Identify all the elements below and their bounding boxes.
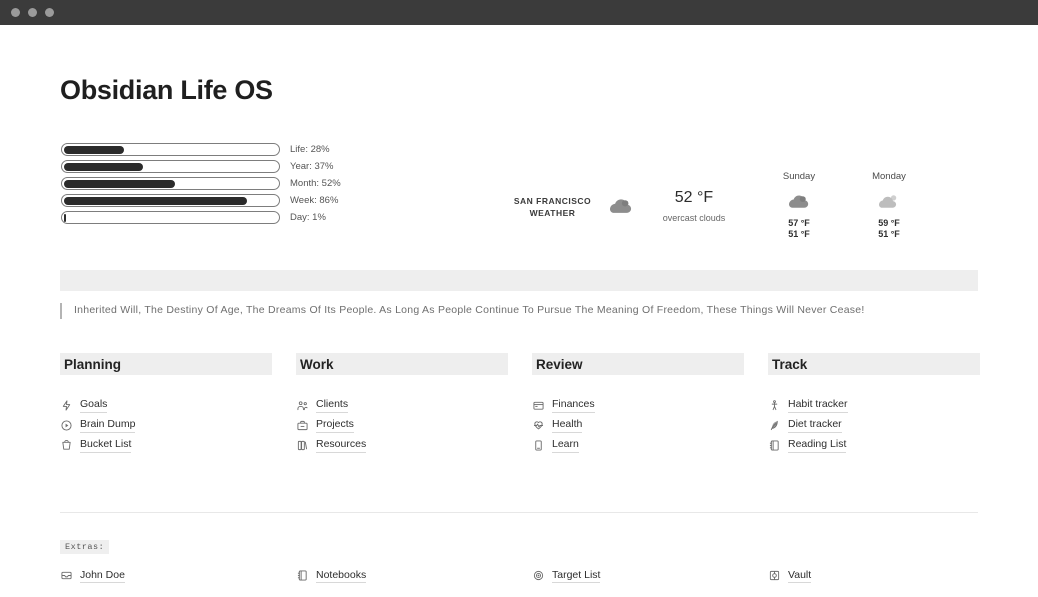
inbox-icon	[60, 570, 72, 582]
extras-item[interactable]: John Doe	[60, 568, 272, 584]
list-item-label: Brain Dump	[80, 417, 136, 433]
extras-item[interactable]: Vault	[768, 568, 980, 584]
notebook-icon	[296, 570, 308, 582]
list-item[interactable]: Brain Dump	[60, 415, 272, 435]
weather-widget: SAN FRANCISCO WEATHER 52 °F overcast clo…	[0, 143, 1038, 248]
leaf-icon	[768, 419, 780, 431]
weather-city-line1: SAN FRANCISCO	[513, 196, 592, 206]
book-icon	[532, 439, 544, 451]
column-header: Review	[532, 353, 744, 375]
list-item-label: Projects	[316, 417, 354, 433]
forecast-high-temp: 59 °F	[878, 218, 900, 228]
wallet-icon	[532, 399, 544, 411]
heart-pulse-icon	[532, 419, 544, 431]
list-item[interactable]: Projects	[296, 415, 508, 435]
list-item[interactable]: Resources	[296, 435, 508, 455]
extras-item-label: John Doe	[80, 568, 125, 584]
column-header: Track	[768, 353, 980, 375]
weather-description: overcast clouds	[662, 213, 726, 223]
extras-item-label: Notebooks	[316, 568, 367, 584]
close-window-icon[interactable]	[11, 8, 20, 17]
briefcase-icon	[296, 419, 308, 431]
list-item[interactable]: Reading List	[768, 435, 980, 455]
people-icon	[296, 399, 308, 411]
column-title: Work	[300, 356, 334, 372]
list-item[interactable]: Diet tracker	[768, 415, 980, 435]
list-item[interactable]: Learn	[532, 435, 744, 455]
lightning-bolt-icon	[60, 399, 72, 411]
link-columns: Planning Goals Brain Dump Bucket List Work Cl…	[60, 353, 980, 455]
forecast-low-temp: 51 °F	[878, 229, 900, 239]
person-activity-icon	[768, 399, 780, 411]
list-item[interactable]: Habit tracker	[768, 395, 980, 415]
list-item[interactable]: Bucket List	[60, 435, 272, 455]
column-header: Work	[296, 353, 508, 375]
column-header: Planning	[60, 353, 272, 375]
list-item-label: Finances	[552, 397, 595, 413]
vault-icon	[768, 570, 780, 582]
list-item[interactable]: Goals	[60, 395, 272, 415]
extras-item[interactable]: Notebooks	[296, 568, 508, 584]
quote-text: Inherited Will, The Destiny Of Age, The …	[74, 304, 865, 316]
list-item-label: Health	[552, 417, 583, 433]
cloud-icon	[753, 190, 845, 212]
column-title: Planning	[64, 356, 121, 372]
column-title: Track	[772, 356, 808, 372]
traffic-light-group	[0, 8, 54, 17]
forecast-day-1: Monday 59 °F 51 °F	[843, 171, 935, 239]
bucket-icon	[60, 439, 72, 451]
list-item[interactable]: Clients	[296, 395, 508, 415]
list-item-label: Learn	[552, 437, 579, 453]
notebook-icon	[768, 439, 780, 451]
quote-block: Inherited Will, The Destiny Of Age, The …	[60, 303, 865, 319]
column-review: Review Finances Health Learn	[532, 353, 744, 455]
window-titlebar	[0, 0, 1038, 25]
forecast-day-0: Sunday 57 °F 51 °F	[753, 171, 845, 239]
forecast-high-temp: 57 °F	[788, 218, 810, 228]
list-item-label: Goals	[80, 397, 108, 413]
minimize-window-icon[interactable]	[28, 8, 37, 17]
column-track: Track Habit tracker Diet tracker Reading Li…	[768, 353, 980, 455]
list-item-label: Bucket List	[80, 437, 132, 453]
gray-banner	[60, 270, 978, 291]
cloud-sun-icon	[843, 190, 935, 212]
target-icon	[532, 570, 544, 582]
extras-item-label: Vault	[788, 568, 812, 584]
extras-item[interactable]: Target List	[532, 568, 744, 584]
cloud-icon	[610, 198, 632, 219]
weather-city: SAN FRANCISCO WEATHER	[505, 195, 600, 220]
books-icon	[296, 439, 308, 451]
circle-play-icon	[60, 419, 72, 431]
column-work: Work Clients Projects Resources	[296, 353, 508, 455]
list-item-label: Clients	[316, 397, 349, 413]
page-title: Obsidian Life OS	[60, 75, 273, 105]
forecast-day-name: Monday	[872, 171, 906, 182]
list-item-label: Resources	[316, 437, 367, 453]
quote-accent-bar	[60, 303, 62, 319]
column-title: Review	[536, 356, 583, 372]
list-item-label: Habit tracker	[788, 397, 848, 413]
extras-tag: Extras:	[60, 540, 110, 554]
list-item-label: Diet tracker	[788, 417, 842, 433]
list-item[interactable]: Health	[532, 415, 744, 435]
section-divider	[60, 512, 978, 513]
weather-city-line2: WEATHER	[529, 208, 576, 219]
page-content: Obsidian Life OS Life: 28% Year: 37% Month…	[0, 25, 1038, 597]
weather-temperature: 52 °F	[674, 189, 714, 206]
list-item-label: Reading List	[788, 437, 847, 453]
extras-row: John Doe Notebooks Target List Vault	[60, 568, 980, 584]
list-item[interactable]: Finances	[532, 395, 744, 415]
forecast-low-temp: 51 °F	[788, 229, 810, 239]
forecast-day-name: Sunday	[782, 171, 816, 182]
extras-item-label: Target List	[552, 568, 601, 584]
maximize-window-icon[interactable]	[45, 8, 54, 17]
column-planning: Planning Goals Brain Dump Bucket List	[60, 353, 272, 455]
